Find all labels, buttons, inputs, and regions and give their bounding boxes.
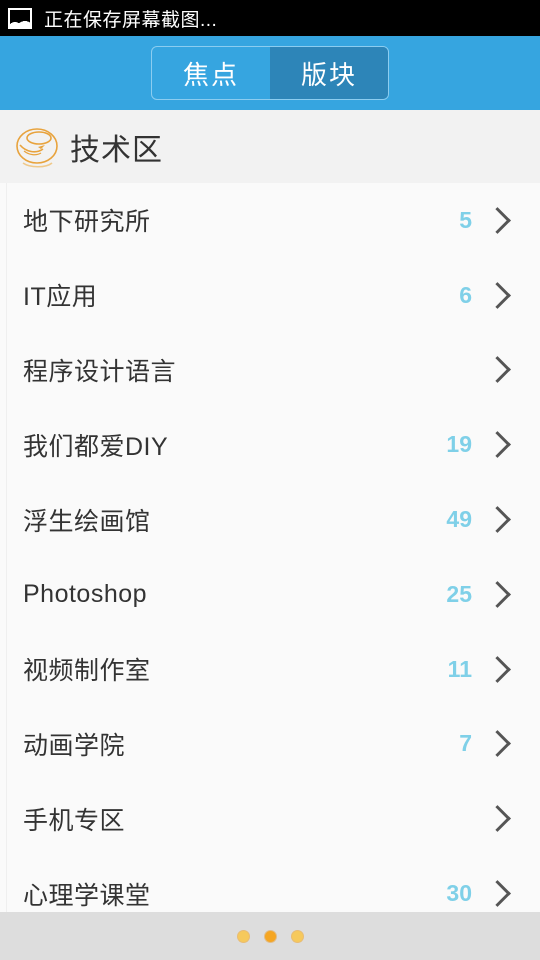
list-item[interactable]: 程序设计语言 [7, 332, 535, 408]
list-item[interactable]: 地下研究所 5 [7, 183, 535, 258]
list-item-count: 49 [446, 506, 472, 533]
forum-globe-icon [16, 127, 58, 168]
app-root: 正在保存屏幕截图... 焦点 版块 技术区 地下研究所 5 IT应用 6 程序设… [0, 0, 540, 960]
status-bar: 正在保存屏幕截图... [0, 0, 540, 36]
list-item-count: 25 [446, 580, 472, 607]
list-item[interactable]: Photoshop 25 [7, 556, 535, 632]
status-bar-text: 正在保存屏幕截图... [44, 9, 218, 31]
list-item[interactable]: 浮生绘画馆 49 [7, 482, 535, 557]
list-item-label: 手机专区 [23, 806, 126, 835]
list-item-count: 5 [459, 206, 472, 233]
list-item[interactable]: 心理学课堂 30 [7, 856, 535, 912]
list-item-count: 30 [446, 880, 472, 907]
list-item-label: 地下研究所 [23, 208, 151, 237]
chevron-right-icon [484, 431, 511, 459]
list-item[interactable]: 视频制作室 11 [7, 631, 535, 707]
pagination-dot[interactable] [237, 930, 249, 942]
chevron-right-icon [484, 580, 511, 608]
chevron-right-icon [484, 655, 511, 683]
image-icon [8, 7, 32, 29]
chevron-right-icon [484, 506, 511, 534]
chevron-right-icon [484, 281, 511, 309]
chevron-right-icon [484, 356, 511, 384]
list-item-label: 浮生绘画馆 [23, 507, 151, 536]
list-item-label: IT应用 [23, 283, 98, 312]
tab-focus[interactable]: 焦点 [152, 47, 270, 99]
chevron-right-icon [484, 880, 511, 907]
list-item-count: 11 [447, 655, 472, 682]
list-item[interactable]: 我们都爱DIY 19 [7, 407, 535, 483]
list-item-count: 7 [459, 730, 472, 757]
pagination-dot-active[interactable] [264, 930, 276, 942]
list-item[interactable]: 手机专区 [7, 781, 535, 857]
list-item[interactable]: 动画学院 7 [7, 706, 535, 782]
chevron-right-icon [484, 206, 511, 234]
pagination-bar [0, 912, 540, 960]
pagination-dot[interactable] [291, 930, 303, 942]
section-header: 技术区 [0, 110, 540, 183]
section-title: 技术区 [70, 133, 163, 167]
tab-boards[interactable]: 版块 [270, 47, 388, 99]
list-item-label: 视频制作室 [23, 657, 151, 686]
tab-segmented-control: 焦点 版块 [151, 46, 389, 100]
chevron-right-icon [484, 730, 511, 758]
list-item[interactable]: IT应用 6 [7, 257, 535, 333]
list-item-label: Photoshop [23, 579, 148, 608]
list-item-count: 19 [446, 431, 472, 458]
list-item-label: 动画学院 [23, 731, 126, 760]
list-item-label: 程序设计语言 [23, 357, 177, 386]
board-list[interactable]: 地下研究所 5 IT应用 6 程序设计语言 我们都爱DIY 19 浮生绘画馆 4… [6, 183, 535, 912]
app-header: 焦点 版块 [0, 36, 540, 110]
list-item-count: 6 [459, 281, 472, 308]
list-item-label: 心理学课堂 [23, 881, 151, 910]
list-item-label: 我们都爱DIY [23, 432, 169, 461]
chevron-right-icon [484, 805, 511, 833]
